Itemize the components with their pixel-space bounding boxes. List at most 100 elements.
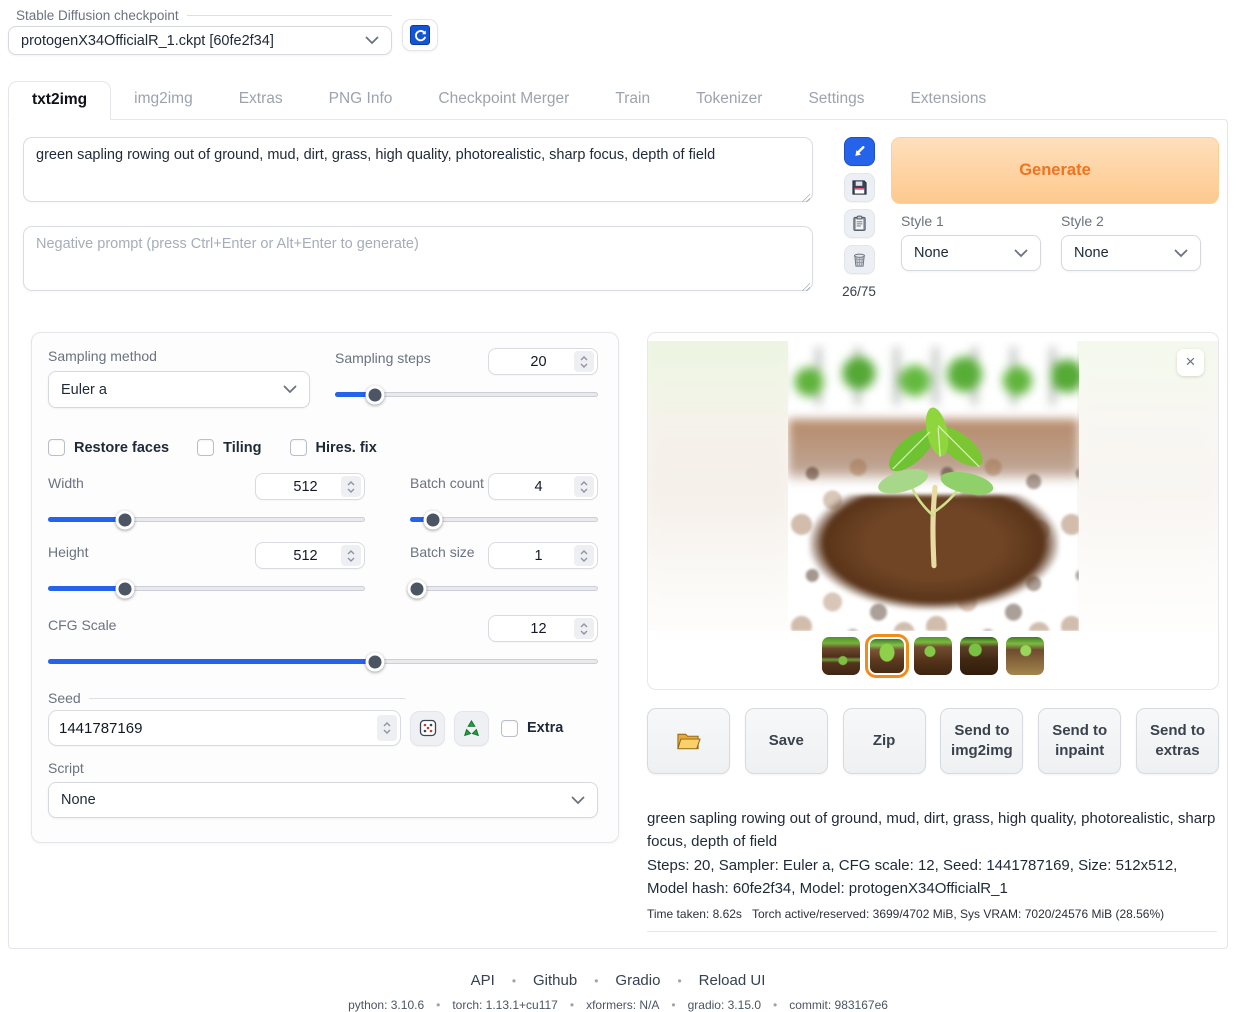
checkpoint-dropdown[interactable]: protogenX34OfficialR_1.ckpt [60fe2f34] (8, 26, 392, 55)
api-link[interactable]: API (471, 972, 495, 989)
reuse-seed-button[interactable] (454, 711, 489, 746)
result-thumbnail-3[interactable] (914, 637, 952, 675)
prompt-input[interactable]: green sapling rowing out of ground, mud,… (23, 137, 813, 202)
chevron-down-icon (1014, 249, 1028, 258)
checkpoint-label: Stable Diffusion checkpoint (16, 8, 179, 23)
hires-fix-checkbox[interactable]: Hires. fix (290, 439, 377, 456)
result-thumbnail-2-selected[interactable] (868, 637, 906, 675)
style2-dropdown[interactable]: None (1061, 235, 1201, 271)
open-folder-button[interactable] (647, 708, 730, 774)
tab-tokenizer[interactable]: Tokenizer (673, 81, 785, 119)
result-thumbnail-5[interactable] (1006, 637, 1044, 675)
commit-hash: commit: 983167e6 (789, 998, 888, 1012)
style1-label: Style 1 (901, 213, 1041, 229)
save-style-button[interactable] (844, 173, 875, 202)
slider-thumb[interactable] (407, 579, 426, 598)
stepper-icon[interactable] (341, 476, 361, 497)
cfg-scale-input[interactable] (488, 615, 598, 642)
chevron-down-icon (1174, 249, 1188, 258)
tab-extensions[interactable]: Extensions (887, 81, 1009, 119)
slider-thumb[interactable] (366, 652, 385, 671)
stepper-icon[interactable] (574, 618, 594, 639)
save-button[interactable]: Save (745, 708, 828, 774)
separator-dot: • (671, 998, 675, 1012)
cfg-scale-slider[interactable] (48, 651, 598, 671)
checkpoint-block: Stable Diffusion checkpoint protogenX34O… (8, 8, 392, 55)
result-thumbnail-4[interactable] (960, 637, 998, 675)
stepper-icon[interactable] (574, 476, 594, 497)
reload-ui-link[interactable]: Reload UI (699, 972, 766, 989)
random-seed-button[interactable] (410, 711, 445, 746)
close-icon[interactable]: × (1177, 349, 1204, 376)
sampling-steps-value[interactable] (489, 354, 574, 370)
restore-faces-checkbox[interactable]: Restore faces (48, 439, 169, 456)
output-gallery: × (647, 332, 1219, 690)
tab-settings[interactable]: Settings (785, 81, 887, 119)
script-dropdown[interactable]: None (48, 782, 598, 818)
result-thumbnail-1[interactable] (822, 637, 860, 675)
stepper-icon[interactable] (377, 715, 397, 741)
height-slider[interactable] (48, 578, 365, 598)
batch-size-value[interactable] (489, 548, 574, 564)
label-divider (187, 15, 392, 16)
zip-button[interactable]: Zip (843, 708, 926, 774)
generate-button[interactable]: Generate (891, 137, 1219, 204)
extra-seed-checkbox[interactable]: Extra (501, 720, 563, 737)
seed-value[interactable] (49, 720, 377, 737)
tab-img2img[interactable]: img2img (111, 81, 216, 119)
stepper-icon[interactable] (574, 351, 594, 372)
tab-train[interactable]: Train (592, 81, 673, 119)
xformers-version: xformers: N/A (586, 998, 659, 1012)
width-value[interactable] (256, 479, 341, 495)
style1-value: None (914, 245, 1014, 261)
style1-dropdown[interactable]: None (901, 235, 1041, 271)
send-to-extras-button[interactable]: Send to extras (1136, 708, 1219, 774)
negative-prompt-input[interactable] (23, 226, 813, 291)
generation-info: green sapling rowing out of ground, mud,… (647, 807, 1219, 932)
cfg-scale-value[interactable] (489, 621, 574, 637)
gradio-link[interactable]: Gradio (615, 972, 660, 989)
checkbox-icon (290, 439, 307, 456)
seed-label: Seed (48, 690, 81, 706)
batch-size-input[interactable] (488, 542, 598, 569)
sampling-steps-input[interactable] (488, 348, 598, 375)
slider-thumb[interactable] (115, 510, 134, 529)
info-params: Steps: 20, Sampler: Euler a, CFG scale: … (647, 854, 1217, 901)
paste-params-button[interactable] (844, 137, 875, 166)
sampling-method-dropdown[interactable]: Euler a (48, 371, 310, 408)
seed-input[interactable] (48, 710, 401, 746)
height-input[interactable] (255, 542, 365, 569)
apply-style-button[interactable] (844, 209, 875, 238)
dice-icon (418, 718, 438, 738)
width-input[interactable] (255, 473, 365, 500)
height-value[interactable] (256, 548, 341, 564)
tiling-checkbox[interactable]: Tiling (197, 439, 261, 456)
tab-checkpoint-merger[interactable]: Checkpoint Merger (415, 81, 592, 119)
prompt-tools-column: 26/75 (843, 137, 875, 299)
clear-prompt-button[interactable] (844, 245, 875, 274)
batch-size-slider[interactable] (410, 578, 598, 598)
generated-image[interactable] (788, 341, 1079, 631)
tab-txt2img[interactable]: txt2img (8, 81, 111, 120)
width-slider[interactable] (48, 509, 365, 529)
slider-thumb[interactable] (115, 579, 134, 598)
stepper-icon[interactable] (574, 545, 594, 566)
batch-count-input[interactable] (488, 473, 598, 500)
gradio-version: gradio: 3.15.0 (688, 998, 761, 1012)
send-to-inpaint-button[interactable]: Send to inpaint (1038, 708, 1121, 774)
github-link[interactable]: Github (533, 972, 577, 989)
tab-extras[interactable]: Extras (216, 81, 306, 119)
slider-thumb[interactable] (366, 385, 385, 404)
stable-diffusion-webui: { "header": { "checkpoint_label": "Stabl… (0, 0, 1236, 966)
batch-count-slider[interactable] (410, 509, 598, 529)
stepper-icon[interactable] (341, 545, 361, 566)
tab-png-info[interactable]: PNG Info (306, 81, 416, 119)
send-to-img2img-button[interactable]: Send to img2img (940, 708, 1023, 774)
slider-thumb[interactable] (424, 510, 443, 529)
folder-icon (676, 731, 701, 751)
label-divider (89, 698, 405, 699)
style2-value: None (1074, 245, 1174, 261)
batch-count-value[interactable] (489, 479, 574, 495)
refresh-checkpoints-button[interactable] (402, 19, 438, 51)
sampling-steps-slider[interactable] (335, 384, 598, 404)
